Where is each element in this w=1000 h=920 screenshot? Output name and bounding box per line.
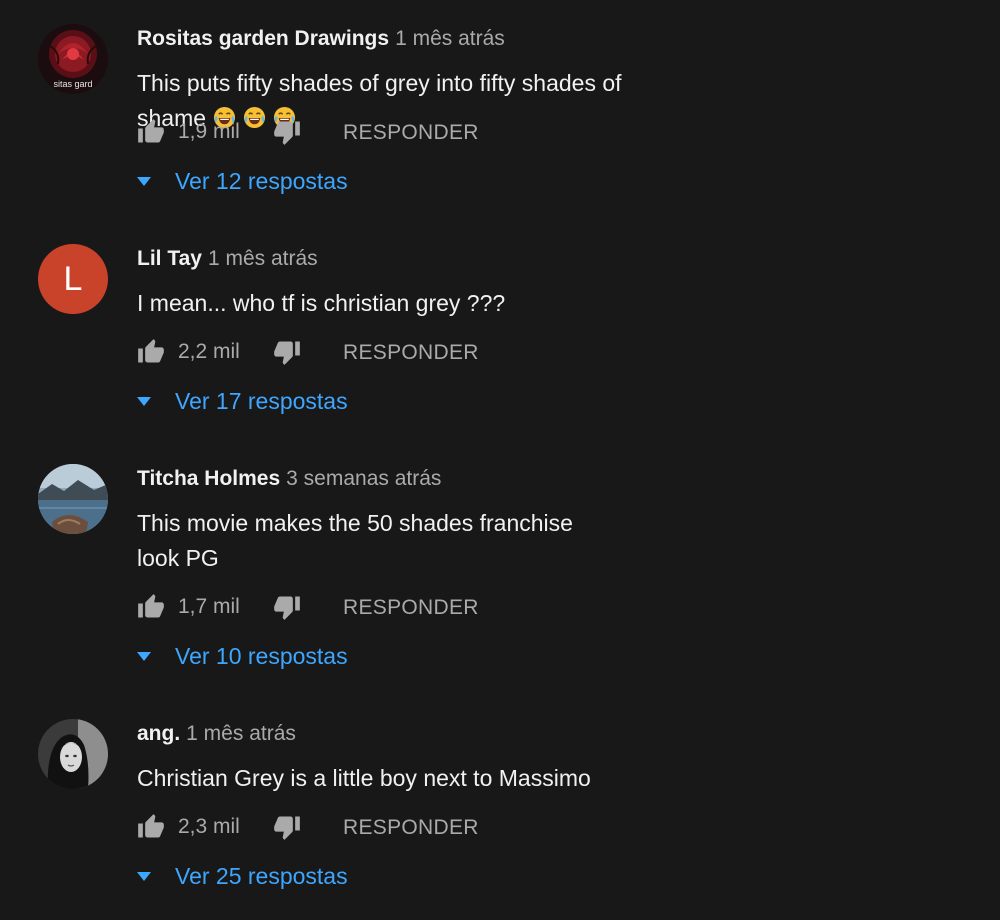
comment-actions: 1,7 mil RESPONDER	[137, 593, 537, 623]
comment-author[interactable]: Rositas garden Drawings	[137, 27, 389, 50]
thumbs-up-icon[interactable]	[137, 338, 165, 366]
caret-down-icon	[137, 397, 151, 406]
view-replies-label: Ver 10 respostas	[175, 643, 348, 669]
comment-text: I mean... who tf is christian grey ???	[137, 290, 506, 316]
view-replies-label: Ver 12 respostas	[175, 168, 348, 194]
avatar-letter: L	[63, 260, 83, 298]
comment-header: ang. 1 mês atrás	[137, 722, 296, 746]
thumbs-up-icon[interactable]	[137, 593, 165, 621]
comment-header: Rositas garden Drawings 1 mês atrás	[137, 27, 505, 51]
portrait-avatar-image	[38, 719, 108, 789]
thumbs-up-icon[interactable]	[137, 118, 165, 146]
thumbs-down-icon[interactable]	[273, 118, 301, 146]
comment-actions: 2,2 mil RESPONDER	[137, 338, 537, 368]
comment-actions: 1,9 mil RESPONDER	[137, 118, 537, 148]
comment-text: Christian Grey is a little boy next to M…	[137, 765, 591, 791]
landscape-avatar-image	[38, 464, 108, 534]
avatar[interactable]	[38, 464, 108, 534]
caret-down-icon	[137, 652, 151, 661]
view-replies-label: Ver 25 respostas	[175, 863, 348, 889]
like-count: 2,2 mil	[178, 340, 240, 363]
like-count: 2,3 mil	[178, 815, 240, 838]
avatar-caption: sitas gard	[53, 79, 92, 89]
comment-author[interactable]: ang.	[137, 722, 180, 745]
comment-author[interactable]: Titcha Holmes	[137, 467, 280, 490]
reply-button[interactable]: RESPONDER	[343, 121, 479, 145]
reply-button[interactable]: RESPONDER	[343, 816, 479, 840]
view-replies-button[interactable]: Ver 12 respostas	[137, 168, 437, 198]
avatar[interactable]: L	[38, 244, 108, 314]
rose-avatar-image: sitas gard	[38, 24, 108, 94]
avatar[interactable]	[38, 719, 108, 789]
comment-header: Lil Tay 1 mês atrás	[137, 247, 318, 271]
reply-button[interactable]: RESPONDER	[343, 596, 479, 620]
comments-section: sitas gard Rositas garden Drawings 1 mês …	[0, 0, 1000, 920]
avatar[interactable]: sitas gard	[38, 24, 108, 94]
comment-item: Titcha Holmes 3 semanas atrás This movie …	[0, 440, 1000, 669]
view-replies-label: Ver 17 respostas	[175, 388, 348, 414]
comment-item: L Lil Tay 1 mês atrás I mean... who tf is…	[0, 220, 1000, 420]
comment-time[interactable]: 1 mês atrás	[186, 722, 296, 745]
thumbs-down-icon[interactable]	[273, 813, 301, 841]
view-replies-button[interactable]: Ver 10 respostas	[137, 643, 437, 673]
comment-item: ang. 1 mês atrás Christian Grey is a litt…	[0, 695, 1000, 895]
comment-time[interactable]: 1 mês atrás	[395, 27, 505, 50]
comment-author[interactable]: Lil Tay	[137, 247, 202, 270]
view-replies-button[interactable]: Ver 25 respostas	[137, 863, 437, 893]
like-count: 1,7 mil	[178, 595, 240, 618]
comment-time[interactable]: 3 semanas atrás	[286, 467, 441, 490]
thumbs-down-icon[interactable]	[273, 593, 301, 621]
thumbs-up-icon[interactable]	[137, 813, 165, 841]
comment-actions: 2,3 mil RESPONDER	[137, 813, 537, 843]
reply-button[interactable]: RESPONDER	[343, 341, 479, 365]
caret-down-icon	[137, 177, 151, 186]
comment-header: Titcha Holmes 3 semanas atrás	[137, 467, 441, 491]
comment-time[interactable]: 1 mês atrás	[208, 247, 318, 270]
thumbs-down-icon[interactable]	[273, 338, 301, 366]
caret-down-icon	[137, 872, 151, 881]
like-count: 1,9 mil	[178, 120, 240, 143]
view-replies-button[interactable]: Ver 17 respostas	[137, 388, 437, 418]
comment-item: sitas gard Rositas garden Drawings 1 mês …	[0, 0, 1000, 200]
comment-text: This movie makes the 50 shades franchise…	[137, 510, 573, 571]
